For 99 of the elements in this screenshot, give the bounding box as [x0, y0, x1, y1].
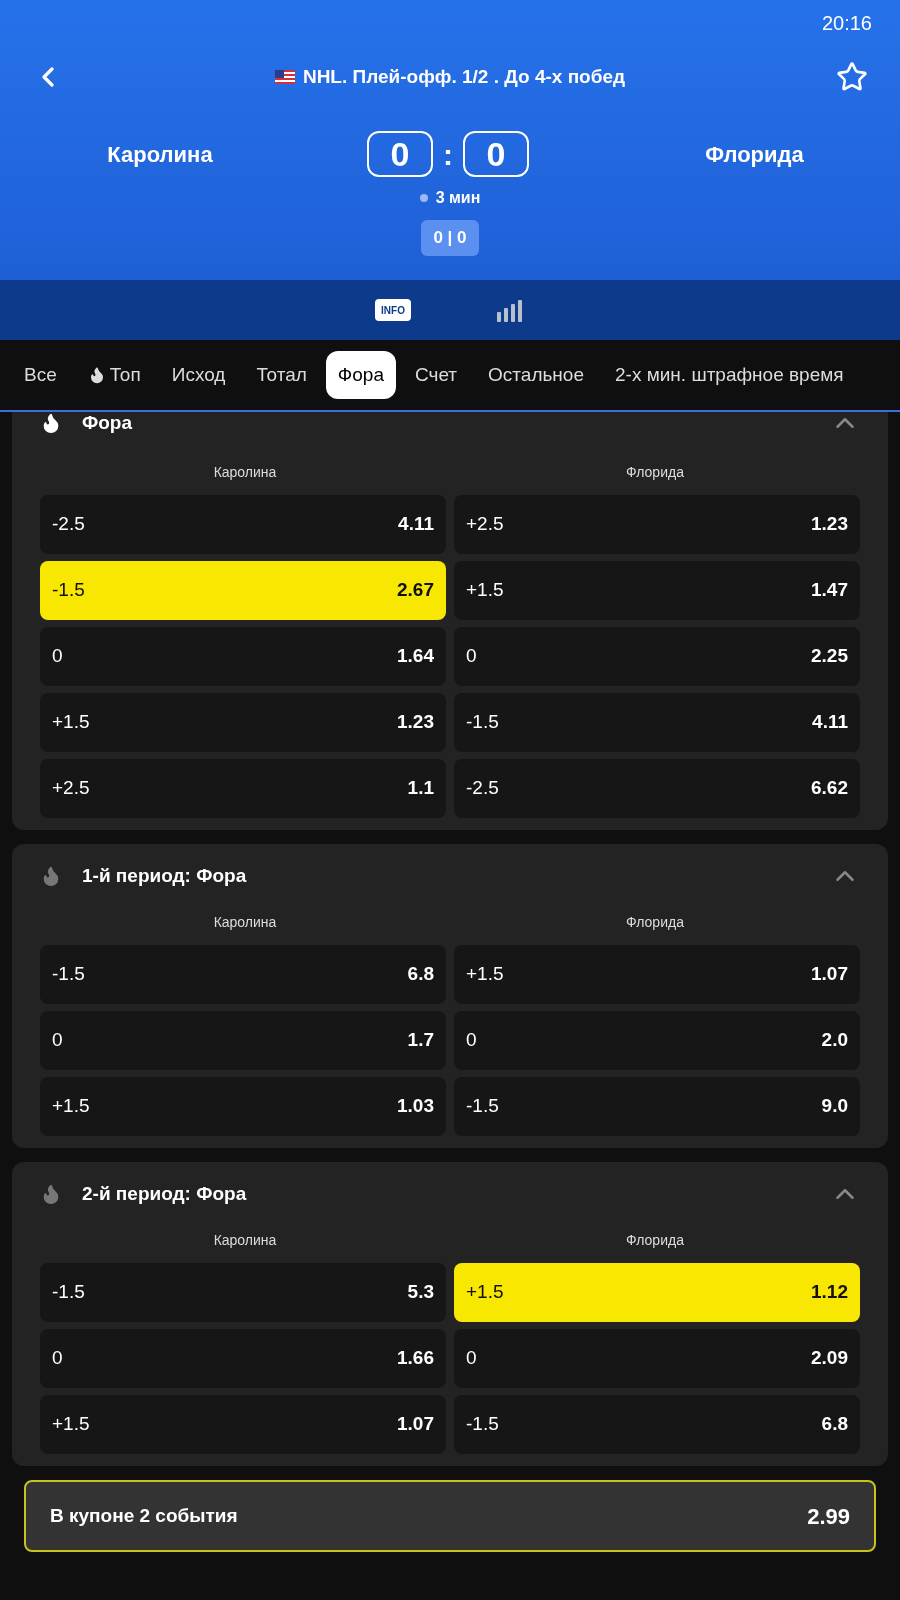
handicap-line: -1.5: [466, 1412, 499, 1437]
home-team: Каролина: [107, 140, 213, 169]
handicap-line: +1.5: [52, 1094, 90, 1119]
odds-button[interactable]: +1.5 1.03: [40, 1077, 446, 1136]
score-separator: :: [443, 136, 453, 173]
odds-value: 2.25: [811, 644, 848, 669]
team-column-header: Каролина: [213, 913, 277, 932]
handicap-line: -1.5: [466, 1094, 499, 1119]
odds-button[interactable]: -1.5 9.0: [454, 1077, 860, 1136]
handicap-line: 0: [466, 644, 477, 669]
odds-value: 6.8: [821, 1412, 848, 1437]
handicap-line: +1.5: [52, 710, 90, 735]
odds-value: 2.67: [397, 578, 434, 603]
odds-button[interactable]: +2.5 1.23: [454, 495, 860, 554]
handicap-line: -1.5: [52, 962, 85, 987]
handicap-line: 0: [52, 1028, 63, 1053]
coupon-total: 2.99: [807, 1502, 850, 1531]
odds-value: 2.0: [821, 1028, 848, 1053]
team-column-header: Флорида: [626, 463, 684, 482]
odds-value: 6.8: [407, 962, 434, 987]
coupon-bar[interactable]: В купоне 2 события 2.99: [24, 1480, 876, 1552]
market-tab[interactable]: Тотал: [244, 351, 319, 399]
odds-button[interactable]: -1.5 2.67: [40, 561, 446, 620]
handicap-line: 0: [52, 644, 63, 669]
handicap-line: +1.5: [466, 1280, 504, 1305]
odds-value: 6.62: [811, 776, 848, 801]
odds-button[interactable]: +1.5 1.23: [40, 693, 446, 752]
handicap-line: -1.5: [52, 578, 85, 603]
handicap-line: -1.5: [466, 710, 499, 735]
odds-button[interactable]: 0 1.64: [40, 627, 446, 686]
handicap-line: +2.5: [466, 512, 504, 537]
period-score: 0 | 0: [421, 220, 479, 256]
stats-bars-icon[interactable]: [496, 298, 525, 322]
handicap-line: 0: [466, 1028, 477, 1053]
odds-button[interactable]: +1.5 1.12: [454, 1263, 860, 1322]
odds-value: 1.07: [397, 1412, 434, 1437]
market-tab[interactable]: Исход: [159, 351, 238, 399]
odds-value: 4.11: [812, 710, 848, 735]
team-column-header: Каролина: [213, 1231, 277, 1250]
odds-value: 1.23: [397, 710, 434, 735]
status-time: 20:16: [821, 11, 872, 36]
market-tab[interactable]: Все: [12, 351, 69, 399]
team-column-header: Флорида: [626, 913, 684, 932]
coupon-label: В купоне 2 события: [50, 1503, 238, 1528]
tournament-title: NHL. Плей-офф. 1/2 . До 4-х побед: [302, 64, 626, 89]
odds-button[interactable]: -2.5 4.11: [40, 495, 446, 554]
odds-button[interactable]: +2.5 1.1: [40, 759, 446, 818]
market-tab[interactable]: Счет: [403, 351, 470, 399]
score-box: 0: [463, 131, 529, 177]
match-time: 3 мин: [435, 188, 481, 208]
odds-value: 4.11: [398, 512, 434, 537]
away-team: Флорида: [705, 140, 804, 169]
team-column-header: Флорида: [626, 1231, 684, 1250]
odds-button[interactable]: -1.5 6.8: [40, 945, 446, 1004]
odds-button[interactable]: 0 1.66: [40, 1329, 446, 1388]
team-column-header: Каролина: [213, 463, 277, 482]
flag-icon: [274, 70, 295, 84]
handicap-line: -2.5: [52, 512, 85, 537]
market-title: Фора: [82, 410, 132, 435]
odds-value: 1.47: [811, 578, 848, 603]
odds-value: 1.66: [397, 1346, 434, 1371]
odds-value: 1.03: [397, 1094, 434, 1119]
handicap-line: +1.5: [466, 578, 504, 603]
odds-value: 1.7: [407, 1028, 434, 1053]
odds-value: 9.0: [821, 1094, 848, 1119]
odds-button[interactable]: -1.5 5.3: [40, 1263, 446, 1322]
market-tab[interactable]: Фора: [325, 351, 396, 399]
market-title: 1-й период: Фора: [82, 863, 247, 888]
odds-button[interactable]: +1.5 1.07: [454, 945, 860, 1004]
handicap-line: 0: [466, 1346, 477, 1371]
odds-button[interactable]: -1.5 4.11: [454, 693, 860, 752]
odds-value: 1.12: [811, 1280, 848, 1305]
odds-button[interactable]: +1.5 1.07: [40, 1395, 446, 1454]
market-tab[interactable]: Остальное: [476, 351, 596, 399]
score-box: 0: [367, 131, 433, 177]
handicap-line: -1.5: [52, 1280, 85, 1305]
odds-button[interactable]: 0 2.09: [454, 1329, 860, 1388]
odds-button[interactable]: +1.5 1.47: [454, 561, 860, 620]
market-tab[interactable]: 2-х мин. штрафное время: [603, 351, 856, 399]
odds-button[interactable]: 0 2.0: [454, 1011, 860, 1070]
odds-value: 1.07: [811, 962, 848, 987]
handicap-line: +2.5: [52, 776, 90, 801]
odds-value: 1.23: [811, 512, 848, 537]
handicap-line: +1.5: [466, 962, 504, 987]
handicap-line: +1.5: [52, 1412, 90, 1437]
odds-value: 1.1: [407, 776, 434, 801]
info-button[interactable]: INFO: [375, 299, 411, 321]
odds-button[interactable]: 0 2.25: [454, 627, 860, 686]
odds-value: 5.3: [407, 1280, 434, 1305]
market-tab[interactable]: Топ: [75, 351, 153, 399]
handicap-line: 0: [52, 1346, 63, 1371]
handicap-line: -2.5: [466, 776, 499, 801]
odds-button[interactable]: -2.5 6.62: [454, 759, 860, 818]
odds-button[interactable]: -1.5 6.8: [454, 1395, 860, 1454]
odds-button[interactable]: 0 1.7: [40, 1011, 446, 1070]
favorite-star-icon[interactable]: [836, 61, 868, 93]
market-title: 2-й период: Фора: [82, 1181, 247, 1206]
odds-value: 2.09: [811, 1346, 848, 1371]
odds-value: 1.64: [397, 644, 434, 669]
